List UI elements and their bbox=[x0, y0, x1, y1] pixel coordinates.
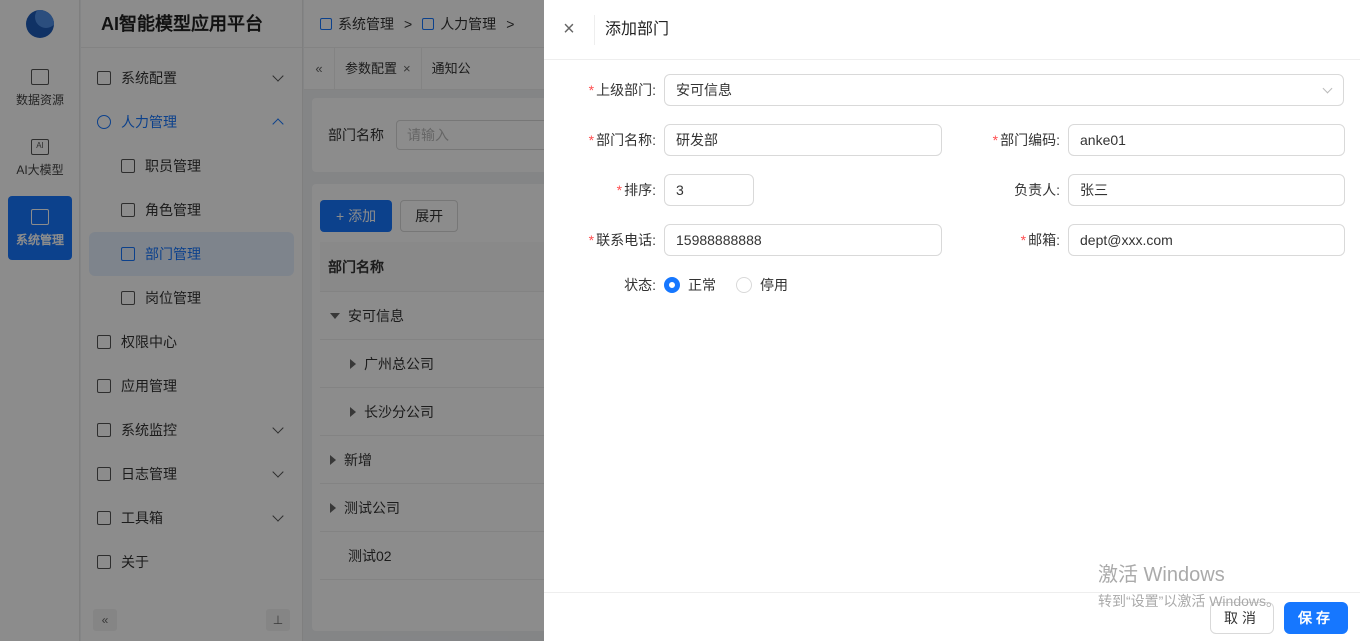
leader-field[interactable]: 张三 bbox=[1068, 174, 1345, 206]
sort-number-input[interactable]: 3 bbox=[664, 174, 754, 206]
email-row: * 邮箱: dept@xxx.com bbox=[948, 224, 1345, 256]
status-label: 状态: bbox=[624, 277, 656, 293]
drawer-title: 添加部门 bbox=[594, 14, 669, 45]
close-icon[interactable]: × bbox=[544, 18, 594, 41]
add-department-drawer: × 添加部门 * 上级部门: 安可信息 * 部门名称: 研发部 * 部门编码: ank… bbox=[544, 0, 1360, 641]
dept-code-field[interactable]: anke01 bbox=[1068, 124, 1345, 156]
save-button[interactable]: 保存 bbox=[1284, 602, 1348, 634]
drawer-header: × 添加部门 bbox=[544, 0, 1360, 60]
sort-label: * 排序: bbox=[616, 182, 656, 198]
chevron-down-icon bbox=[1322, 83, 1333, 94]
phone-label: * 联系电话: bbox=[588, 232, 656, 248]
email-field[interactable]: dept@xxx.com bbox=[1068, 224, 1345, 256]
parent-dept-select[interactable]: 安可信息 bbox=[664, 74, 1344, 106]
windows-activation-watermark: 激活 Windows 转到“设置”以激活 Windows。 bbox=[1098, 564, 1281, 609]
dept-code-row: * 部门编码: anke01 bbox=[948, 124, 1345, 156]
radio-unchecked-icon bbox=[736, 277, 752, 293]
leader-label: 负责人: bbox=[1014, 182, 1060, 198]
status-radio-disabled[interactable]: 停用 bbox=[736, 275, 788, 295]
phone-field[interactable]: 15988888888 bbox=[664, 224, 942, 256]
leader-row: 负责人: 张三 bbox=[948, 174, 1345, 206]
parent-dept-label: * 上级部门: bbox=[588, 82, 656, 98]
dept-name-label: * 部门名称: bbox=[588, 132, 656, 148]
radio-checked-icon bbox=[664, 277, 680, 293]
status-row: 状态: 正常 停用 bbox=[544, 269, 808, 301]
phone-row: * 联系电话: 15988888888 bbox=[544, 224, 942, 256]
parent-dept-row: * 上级部门: 安可信息 bbox=[544, 74, 1344, 106]
dept-code-label: * 部门编码: bbox=[992, 132, 1060, 148]
email-label: * 邮箱: bbox=[1020, 232, 1060, 248]
dept-name-row: * 部门名称: 研发部 bbox=[544, 124, 942, 156]
dept-name-field[interactable]: 研发部 bbox=[664, 124, 942, 156]
status-radio-normal[interactable]: 正常 bbox=[664, 275, 716, 295]
sort-row: * 排序: 3 bbox=[544, 174, 754, 206]
